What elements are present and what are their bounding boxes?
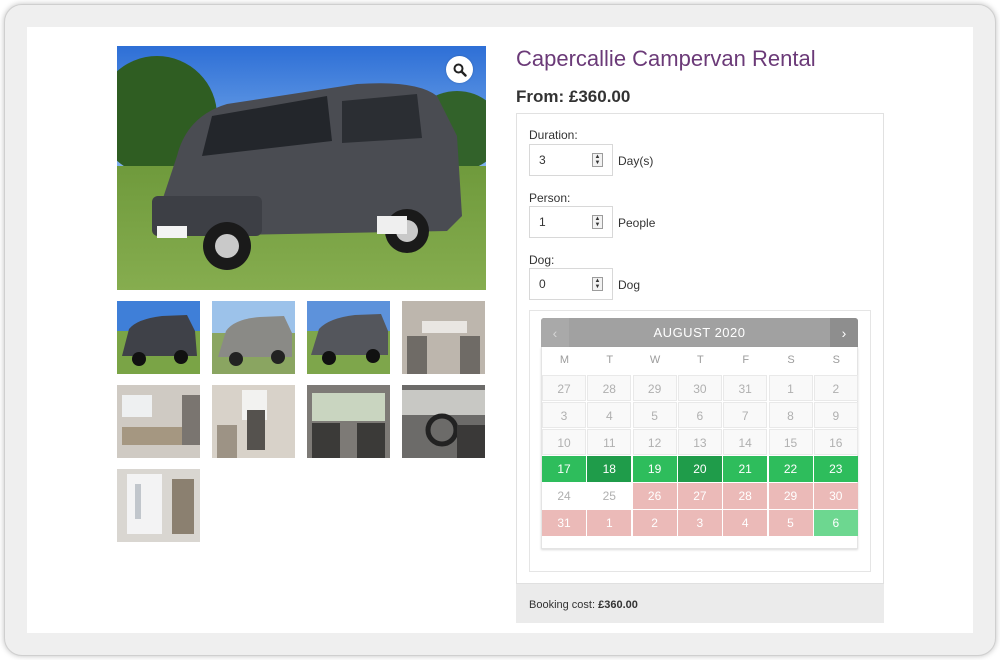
- duration-value[interactable]: 3: [539, 153, 546, 167]
- calendar-day[interactable]: 26: [632, 483, 677, 509]
- calendar-day[interactable]: 28: [723, 483, 768, 509]
- calendar-day: 12: [632, 429, 677, 455]
- weekday-header: S: [787, 354, 795, 366]
- calendar-day: 28: [587, 375, 632, 401]
- calendar-day[interactable]: 29: [768, 483, 813, 509]
- calendar-day[interactable]: 3: [677, 510, 722, 536]
- calendar-day: 1: [768, 375, 813, 401]
- calendar-day: 16: [813, 429, 858, 455]
- thumbnail-7[interactable]: [307, 385, 390, 458]
- calendar-day: 3: [542, 402, 586, 428]
- calendar-day: 29: [632, 375, 677, 401]
- thumbnail-2[interactable]: [212, 301, 295, 374]
- booking-cost: Booking cost: £360.00: [516, 583, 884, 623]
- weekday-header: T: [697, 354, 704, 366]
- thumbnail-1[interactable]: [117, 301, 200, 374]
- duration-stepper[interactable]: 3 ▲ ▼: [529, 144, 613, 176]
- person-stepper[interactable]: 1 ▲ ▼: [529, 206, 613, 238]
- calendar-header: ‹ AUGUST 2020 ›: [541, 318, 858, 347]
- weekday-header: T: [606, 354, 614, 366]
- booking-cost-label: Booking cost:: [529, 599, 596, 611]
- calendar-day: 30: [677, 375, 722, 401]
- calendar-day: 6: [677, 402, 722, 428]
- duration-unit: Day(s): [618, 154, 654, 168]
- calendar-day[interactable]: 20: [677, 456, 722, 482]
- calendar-day[interactable]: 4: [723, 510, 768, 536]
- calendar-day: 4: [587, 402, 632, 428]
- calendar-day: 5: [632, 402, 677, 428]
- next-month-button[interactable]: ›: [830, 318, 858, 347]
- thumbnail-4[interactable]: [402, 301, 485, 374]
- spinner-arrows-icon[interactable]: ▲ ▼: [592, 153, 603, 167]
- calendar-day: 27: [542, 375, 586, 401]
- thumbnail-8[interactable]: [402, 385, 485, 458]
- zoom-icon: [453, 63, 467, 77]
- calendar-day[interactable]: 5: [768, 510, 813, 536]
- calendar-day: 14: [723, 429, 768, 455]
- product-price: From: £360.00: [516, 87, 631, 106]
- weekday-header: W: [649, 354, 661, 366]
- calendar-day[interactable]: 25: [587, 483, 632, 509]
- dog-unit: Dog: [618, 278, 641, 292]
- calendar-day[interactable]: 30: [813, 483, 858, 509]
- person-label: Person:: [529, 191, 571, 205]
- calendar-day[interactable]: 6: [813, 510, 858, 536]
- calendar-day: 2: [813, 375, 858, 401]
- calendar-day[interactable]: 22: [768, 456, 813, 482]
- spinner-arrows-icon[interactable]: ▲ ▼: [592, 277, 603, 291]
- calendar-month-label: AUGUST 2020: [653, 325, 746, 340]
- calendar-day[interactable]: 1: [587, 510, 632, 536]
- calendar-day: 15: [768, 429, 813, 455]
- calendar-day: 8: [768, 402, 813, 428]
- dog-stepper[interactable]: 0 ▲ ▼: [529, 268, 613, 300]
- person-unit: People: [618, 216, 656, 230]
- weekday-header: S: [832, 354, 840, 366]
- main-product-image[interactable]: [117, 46, 486, 290]
- calendar-day: 11: [587, 429, 632, 455]
- calendar-day[interactable]: 21: [723, 456, 768, 482]
- thumbnail-9[interactable]: [117, 469, 200, 542]
- thumbnail-3[interactable]: [307, 301, 390, 374]
- calendar-day[interactable]: 18: [587, 456, 632, 482]
- spinner-arrows-icon[interactable]: ▲ ▼: [592, 215, 603, 229]
- dog-label: Dog:: [529, 253, 555, 267]
- calendar-day[interactable]: 27: [677, 483, 722, 509]
- zoom-button[interactable]: [446, 56, 473, 83]
- calendar-day[interactable]: 31: [542, 510, 586, 536]
- calendar-day[interactable]: 19: [632, 456, 677, 482]
- booking-cost-value: £360.00: [598, 599, 638, 611]
- calendar-day: 10: [542, 429, 586, 455]
- calendar-day[interactable]: 17: [542, 456, 586, 482]
- calendar-day: 31: [723, 375, 768, 401]
- weekday-header: M: [559, 354, 570, 366]
- calendar-day[interactable]: 23: [813, 456, 858, 482]
- calendar-day[interactable]: 24: [542, 483, 586, 509]
- thumbnail-5[interactable]: [117, 385, 200, 458]
- person-value[interactable]: 1: [539, 215, 546, 229]
- calendar-day: 7: [723, 402, 768, 428]
- thumbnail-6[interactable]: [212, 385, 295, 458]
- dog-value[interactable]: 0: [539, 277, 546, 291]
- product-title: Capercallie Campervan Rental: [516, 46, 816, 71]
- calendar-day[interactable]: 2: [632, 510, 677, 536]
- duration-label: Duration:: [529, 128, 578, 142]
- calendar-day: 9: [813, 402, 858, 428]
- weekday-header: F: [742, 354, 750, 366]
- calendar-day: 13: [677, 429, 722, 455]
